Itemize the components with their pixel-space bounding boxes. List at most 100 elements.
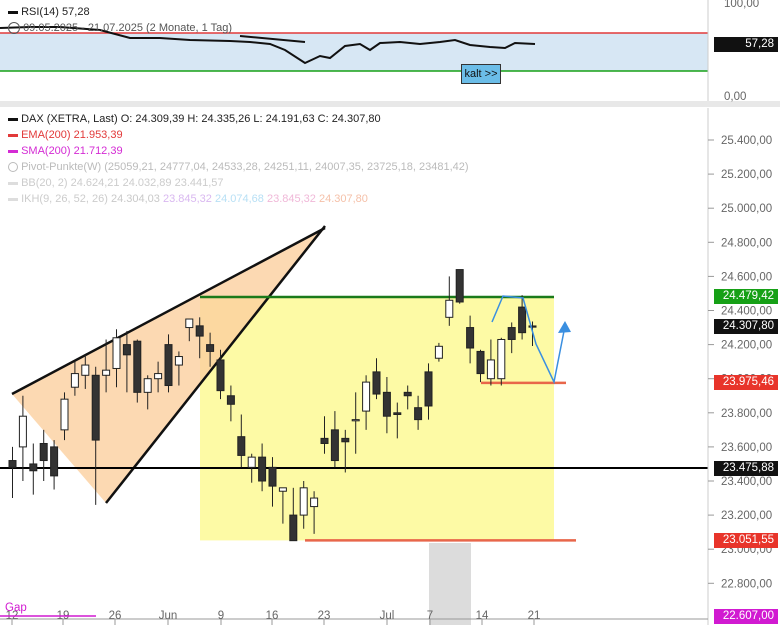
pivot-values: (25059,21, 24777,04, 24533,28, 24251,11,… [104, 161, 469, 173]
price-tag: 23.475,88 [714, 460, 778, 476]
candle-body [466, 327, 475, 349]
dax-ohlc: O: 24.309,39 H: 24.335,26 L: 24.191,63 C… [120, 113, 381, 125]
ikh-value-3: 24.074,68 [214, 193, 264, 205]
candle-body [414, 407, 423, 421]
rsi-tick-top: 100,00 [724, 0, 760, 10]
dax-label: DAX (XETRA, Last) [21, 113, 118, 125]
candle-body [507, 327, 516, 340]
dax-swatch [8, 117, 18, 121]
candle-body [268, 466, 277, 487]
bb-label: BB(20, 2) [21, 177, 68, 189]
candle-body [29, 463, 38, 472]
candle-body [81, 364, 90, 376]
ema-swatch [8, 133, 18, 137]
rsi-tick-bottom: 0,00 [724, 91, 747, 103]
price-tag: 24.479,42 [714, 289, 778, 305]
x-tick-label: Jun [159, 610, 178, 622]
ema-label: EMA(200) [21, 129, 71, 141]
price-tick-label: 22.800,00 [721, 578, 772, 590]
rsi-legend: RSI(14) 57,28 [8, 6, 90, 18]
price-tick-label: 24.800,00 [721, 237, 772, 249]
bb-legend: BB(20, 2) 24.624,21 24.032,89 23.441,57 [8, 177, 224, 189]
price-tick-label: 25.200,00 [721, 169, 772, 181]
x-tick-label: 7 [427, 610, 433, 622]
price-tick-label: 24.600,00 [721, 271, 772, 283]
sma-legend: SMA(200) 21.712,39 [8, 145, 123, 157]
candle-body [382, 391, 391, 417]
price-tick-label: 25.000,00 [721, 203, 772, 215]
candle-body [143, 378, 152, 393]
sma-value: 21.712,39 [73, 145, 123, 157]
ikh-value-5: 24.307,80 [318, 193, 368, 205]
ikh-value-4: 23.845,32 [266, 193, 316, 205]
bb-swatch [8, 181, 18, 185]
candle-body [310, 497, 319, 508]
bb-values: 24.624,21 24.032,89 23.441,57 [70, 177, 224, 189]
rsi-current-tag: 57,28 [714, 37, 778, 52]
candle-body [18, 415, 27, 448]
candle-body [393, 412, 402, 416]
candle-body [278, 487, 287, 492]
price-tick-label: 23.200,00 [721, 510, 772, 522]
candle-body [164, 344, 173, 387]
price-tag: 24.307,80 [714, 318, 778, 334]
price-tick-label: 24.400,00 [721, 306, 772, 318]
ikh-value-1: 24.304,03 [110, 193, 160, 205]
sma-label: SMA(200) [21, 145, 71, 157]
pivot-label: Pivot-Punkte(W) [21, 161, 102, 173]
candle-body [8, 460, 17, 468]
candle-body [60, 398, 69, 431]
candle-body [362, 381, 371, 412]
projection-arrow-icon [558, 321, 571, 333]
candle-body [206, 344, 215, 352]
x-tick-label: 23 [318, 610, 331, 622]
candle-body [518, 306, 527, 334]
x-tick-label: Jul [380, 610, 395, 622]
candle-body [185, 318, 194, 329]
rsi-period: 09.05.2025 - 21.07.2025 [23, 22, 143, 34]
candle-body [226, 395, 235, 405]
candle-body [258, 456, 267, 482]
shaded-column [429, 543, 471, 625]
ikh-label: IKH(9, 26, 52, 26) [21, 193, 108, 205]
candle-body [70, 373, 79, 388]
price-tick-label: 25.400,00 [721, 135, 772, 147]
kalt-button[interactable]: kalt >> [461, 64, 501, 84]
rsi-span: (2 Monate, 1 Tag) [146, 22, 233, 34]
price-tick-label: 23.800,00 [721, 408, 772, 420]
x-tick-label: 26 [109, 610, 122, 622]
candle-body [486, 359, 495, 380]
candle-body [216, 359, 225, 392]
candle-body [351, 419, 360, 422]
candle-body [50, 446, 59, 477]
candle-body [497, 338, 506, 380]
candle-body [247, 456, 256, 468]
rsi-period-row: 09.05.2025 - 21.07.2025 (2 Monate, 1 Tag… [8, 22, 233, 35]
candle-body [102, 369, 111, 376]
candle-body [299, 487, 308, 516]
candle-body [154, 373, 163, 380]
candle-body [424, 371, 433, 407]
candle-body [403, 391, 412, 397]
candle-body [476, 350, 485, 375]
ikh-legend: IKH(9, 26, 52, 26) 24.304,03 23.845,32 2… [8, 193, 368, 205]
candle-body [445, 299, 454, 318]
candle-body [122, 344, 131, 356]
price-tag: 22.607,00 [714, 608, 778, 624]
candle-body [330, 429, 339, 462]
candle-body [341, 437, 350, 443]
rsi-swatch [8, 10, 18, 14]
ikh-swatch [8, 197, 18, 201]
candle-body [372, 371, 381, 395]
candle-body [320, 437, 329, 444]
sma-swatch [8, 149, 18, 153]
price-tag: 23.975,46 [714, 375, 778, 391]
ikh-value-2: 23.845,32 [162, 193, 212, 205]
candle-body [133, 340, 142, 393]
price-tick-label: 23.400,00 [721, 476, 772, 488]
rsi-band [0, 33, 708, 71]
ema-value: 21.953,39 [73, 129, 123, 141]
candle-body [174, 356, 183, 366]
x-tick-label: 21 [528, 610, 541, 622]
candle-body [455, 269, 464, 303]
